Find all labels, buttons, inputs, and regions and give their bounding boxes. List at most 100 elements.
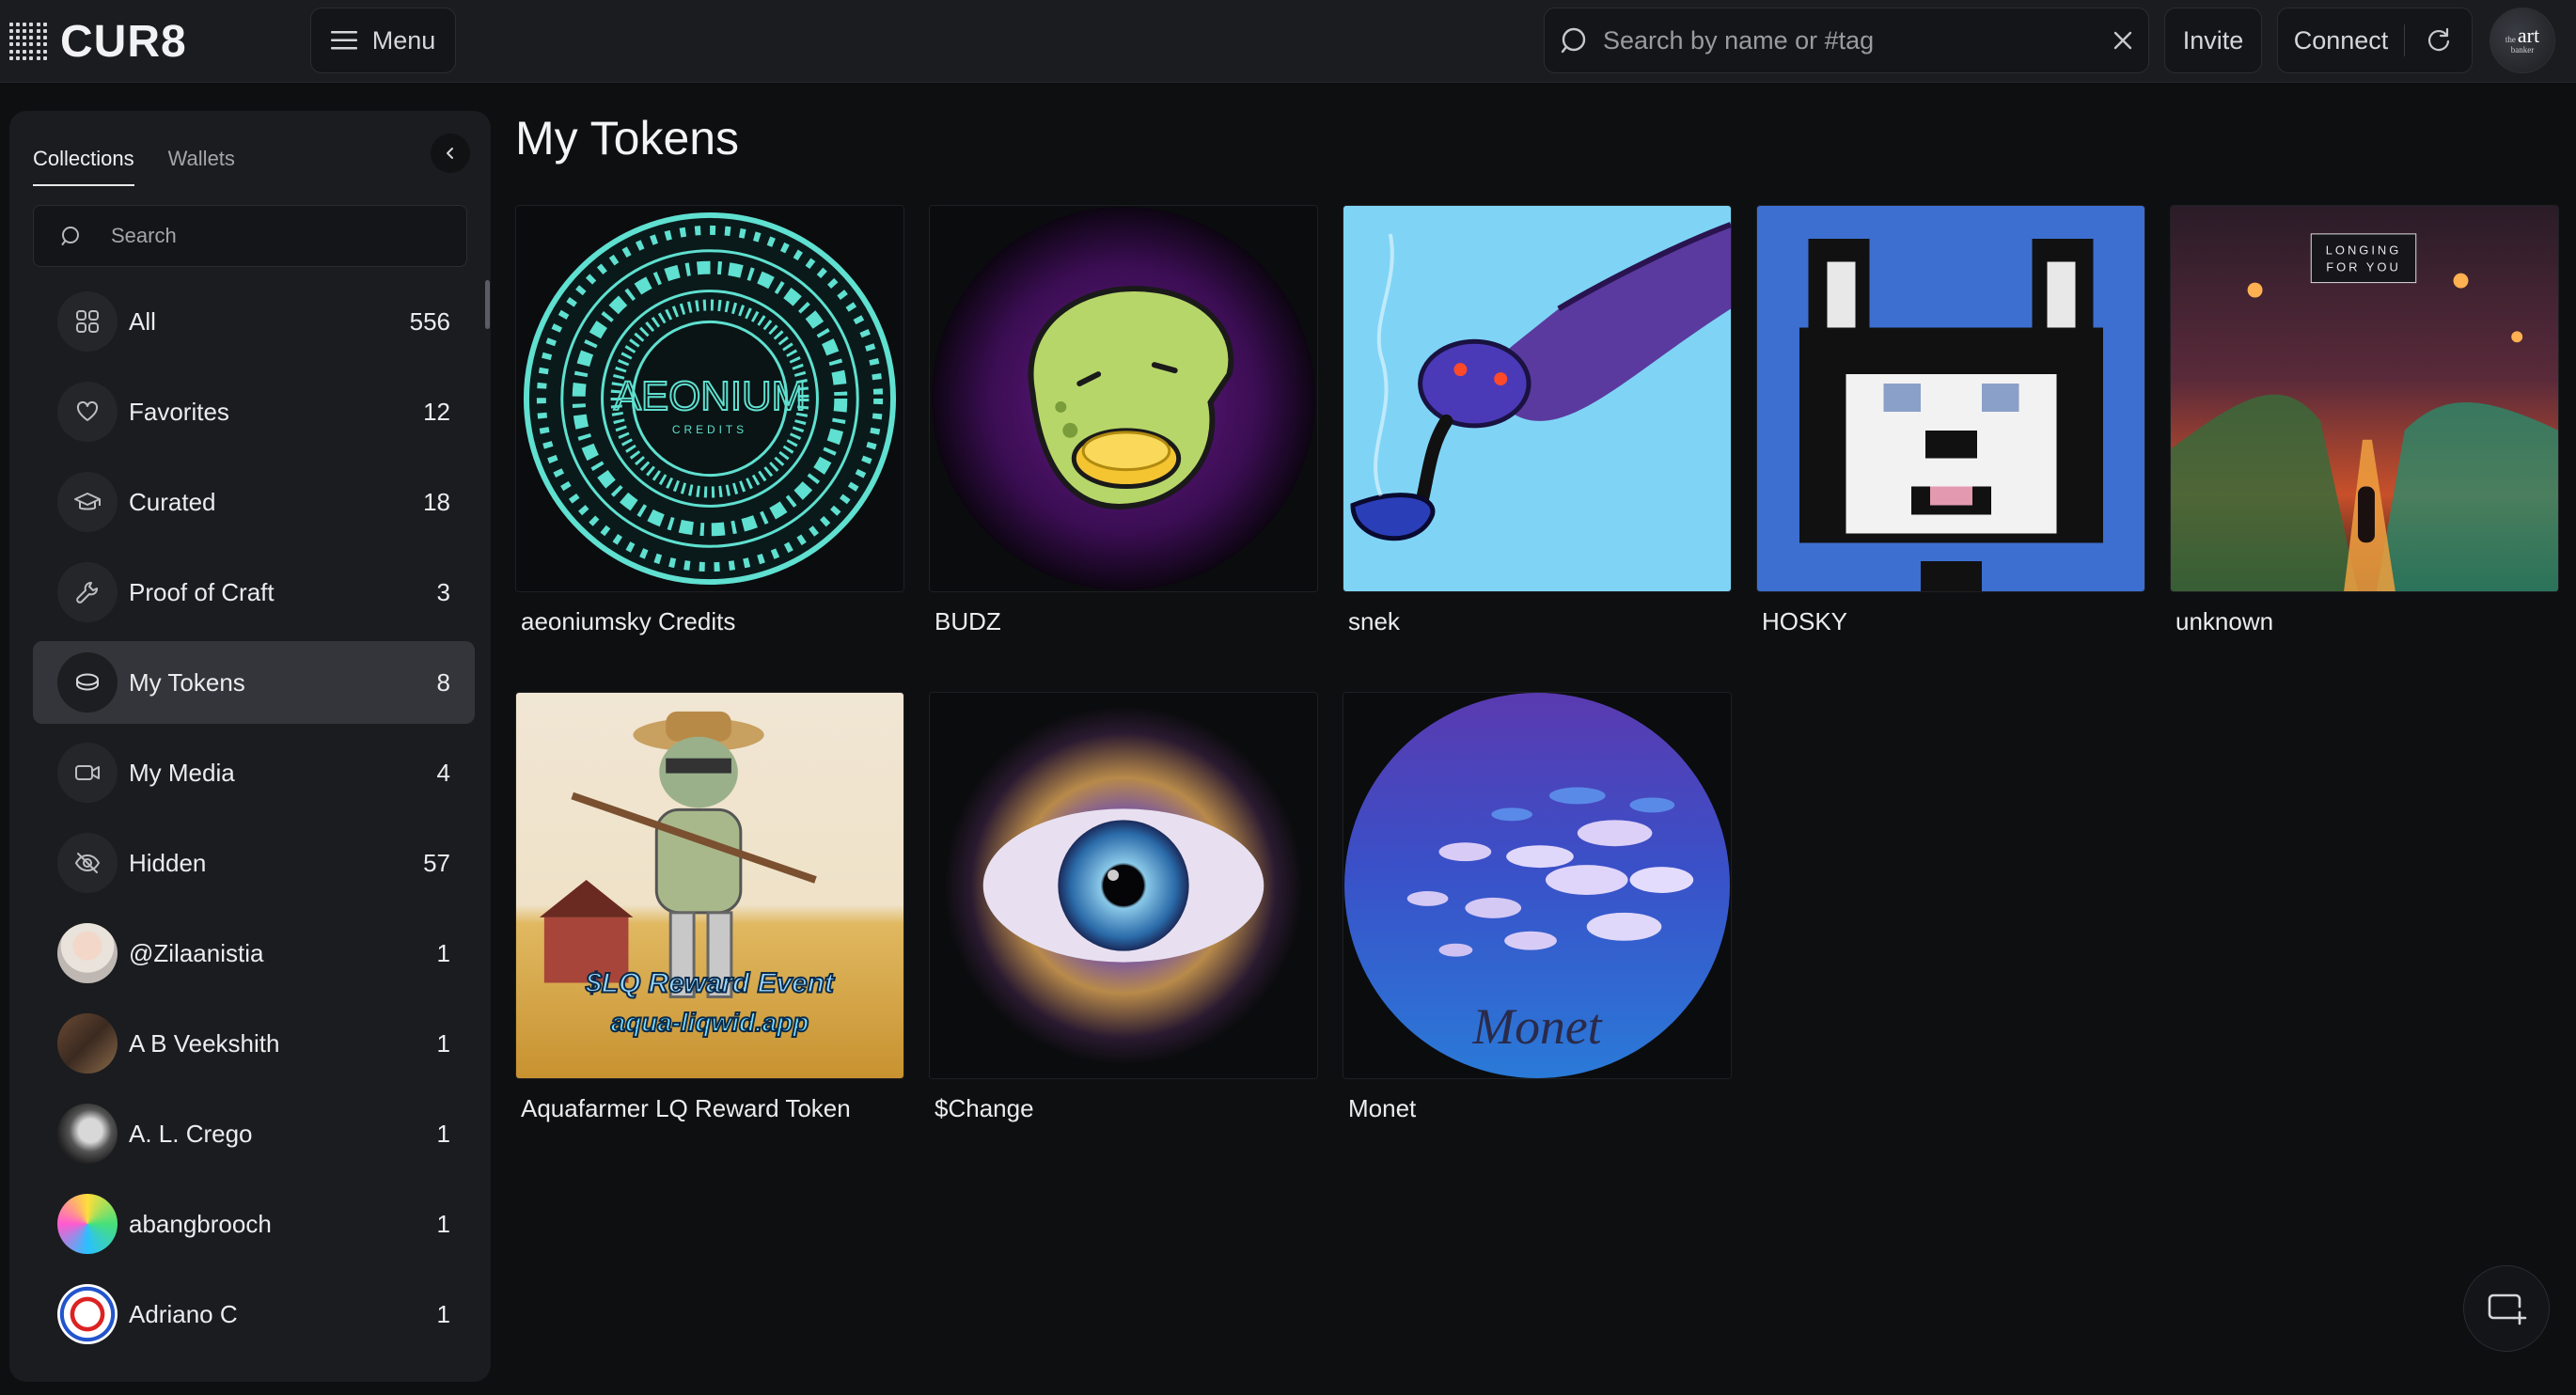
- sidebar-item-my-tokens[interactable]: My Tokens 8: [33, 641, 475, 724]
- grid-icon: [76, 310, 99, 333]
- sidebar-item-label: Hidden: [129, 848, 207, 877]
- sidebar-item-count: 57: [423, 848, 450, 877]
- search-icon: [1561, 27, 1586, 54]
- sidebar-item-count: 1: [436, 1119, 450, 1148]
- sidebar-item-abangbrooch[interactable]: abangbrooch 1: [33, 1183, 475, 1265]
- sidebar-item-all[interactable]: All 556: [33, 280, 475, 363]
- avatar: [57, 923, 118, 983]
- svg-text:LONGING: LONGING: [2326, 243, 2402, 258]
- sidebar-item-label: abangbrooch: [129, 1209, 272, 1238]
- token-image: [1756, 205, 2145, 592]
- logo-grid-icon: [9, 23, 47, 60]
- sidebar-search-input[interactable]: [111, 224, 466, 248]
- token-name: Aquafarmer LQ Reward Token: [521, 1094, 851, 1122]
- token-image: [929, 205, 1318, 592]
- collection-list: All 556 Favorites 12 Curated 18 Proof of…: [33, 280, 475, 1363]
- token-image: AEONIUM CREDITS: [515, 205, 904, 592]
- svg-text:aqua-liqwid.app: aqua-liqwid.app: [611, 1008, 809, 1037]
- sidebar-item-favorites[interactable]: Favorites 12: [33, 370, 475, 453]
- sidebar-item-adriano-c[interactable]: Adriano C 1: [33, 1273, 475, 1356]
- sidebar-item-label: Adriano C: [129, 1299, 238, 1328]
- global-search: [1544, 8, 2149, 73]
- token-name: unknown: [2175, 607, 2274, 635]
- sidebar-item-a-l-crego[interactable]: A. L. Crego 1: [33, 1092, 475, 1175]
- sidebar-item-label: My Media: [129, 758, 235, 787]
- refresh-button[interactable]: [2405, 27, 2472, 54]
- tab-collections[interactable]: Collections: [33, 147, 134, 186]
- user-avatar[interactable]: the art banker: [2490, 8, 2555, 73]
- page-title: My Tokens: [515, 112, 740, 165]
- connect-button[interactable]: Connect: [2277, 8, 2473, 73]
- token-card[interactable]: $Change: [929, 692, 1318, 1123]
- sidebar-item-label: @Zilaanistia: [129, 938, 264, 967]
- sidebar-item-count: 4: [436, 758, 450, 787]
- menu-button[interactable]: Menu: [310, 8, 456, 73]
- video-icon: [75, 765, 100, 780]
- logo-text: CUR8: [60, 16, 187, 67]
- sidebar-item-label: All: [129, 306, 156, 336]
- clear-icon[interactable]: [2113, 30, 2133, 51]
- wrench-icon: [76, 582, 98, 603]
- token-card[interactable]: LONGING FOR YOU unknown: [2170, 205, 2559, 636]
- scrollbar[interactable]: [485, 280, 490, 329]
- sidebar-item-label: Curated: [129, 487, 216, 516]
- sidebar-tabs: Collections Wallets: [33, 147, 235, 186]
- logo[interactable]: CUR8: [9, 16, 187, 67]
- avatar: [57, 1013, 118, 1074]
- svg-text:CREDITS: CREDITS: [672, 423, 747, 436]
- svg-text:Monet: Monet: [1471, 998, 1602, 1055]
- avatar: [57, 1104, 118, 1164]
- token-image: LONGING FOR YOU: [2170, 205, 2559, 592]
- sidebar-item-label: A B Veekshith: [129, 1028, 280, 1058]
- sidebar-item-my-media[interactable]: My Media 4: [33, 731, 475, 814]
- add-screen-button[interactable]: [2463, 1265, 2550, 1352]
- token-card[interactable]: snek: [1343, 205, 1732, 636]
- invite-label: Invite: [2182, 25, 2244, 55]
- sidebar-item-count: 1: [436, 1299, 450, 1328]
- sidebar-item-count: 18: [423, 487, 450, 516]
- token-card[interactable]: HOSKY: [1756, 205, 2145, 636]
- sidebar-item-label: Proof of Craft: [129, 577, 275, 606]
- sidebar-item-curated[interactable]: Curated 18: [33, 461, 475, 543]
- graduation-cap-icon: [74, 493, 101, 510]
- token-card[interactable]: $LQ Reward Event aqua-liqwid.app Aquafar…: [515, 692, 904, 1123]
- sidebar-item-count: 12: [423, 397, 450, 426]
- token-image: [1343, 205, 1732, 592]
- eye-off-icon: [74, 853, 101, 873]
- hamburger-icon: [330, 31, 357, 50]
- token-card[interactable]: Monet Monet: [1343, 692, 1732, 1123]
- token-name: HOSKY: [1762, 607, 1848, 635]
- menu-label: Menu: [371, 25, 436, 55]
- sidebar-search: [33, 205, 467, 267]
- svg-text:AEONIUM: AEONIUM: [614, 373, 806, 419]
- collapse-sidebar-button[interactable]: [431, 133, 470, 173]
- sidebar-item-proof-of-craft[interactable]: Proof of Craft 3: [33, 551, 475, 634]
- token-name: BUDZ: [935, 607, 1001, 635]
- search-icon: [61, 227, 79, 245]
- sidebar-item-count: 1: [436, 1209, 450, 1238]
- sidebar-item-count: 3: [436, 577, 450, 606]
- sidebar-item-zilaanistia[interactable]: @Zilaanistia 1: [33, 912, 475, 995]
- chevron-left-icon: [447, 148, 453, 159]
- sidebar-item-count: 8: [436, 667, 450, 697]
- token-name: Monet: [1348, 1094, 1417, 1122]
- sidebar-item-label: Favorites: [129, 397, 229, 426]
- token-name: aeoniumsky Credits: [521, 607, 736, 635]
- sidebar: Collections Wallets All 556: [9, 111, 491, 1382]
- refresh-icon: [2427, 27, 2449, 52]
- add-screen-icon: [2488, 1293, 2527, 1325]
- svg-text:FOR YOU: FOR YOU: [2326, 260, 2401, 274]
- token-image: $LQ Reward Event aqua-liqwid.app: [515, 692, 904, 1079]
- token-name: $Change: [935, 1094, 1034, 1122]
- invite-button[interactable]: Invite: [2164, 8, 2262, 73]
- token-image: Monet: [1343, 692, 1732, 1079]
- token-card[interactable]: AEONIUM CREDITS aeoniumsky Credits: [515, 205, 904, 636]
- sidebar-item-a-b-veekshith[interactable]: A B Veekshith 1: [33, 1002, 475, 1085]
- heart-icon: [76, 400, 99, 421]
- sidebar-item-count: 1: [436, 1028, 450, 1058]
- tab-wallets[interactable]: Wallets: [168, 147, 235, 186]
- sidebar-item-hidden[interactable]: Hidden 57: [33, 822, 475, 904]
- token-name: snek: [1348, 607, 1400, 635]
- token-card[interactable]: BUDZ: [929, 205, 1318, 636]
- search-input[interactable]: [1603, 25, 2099, 55]
